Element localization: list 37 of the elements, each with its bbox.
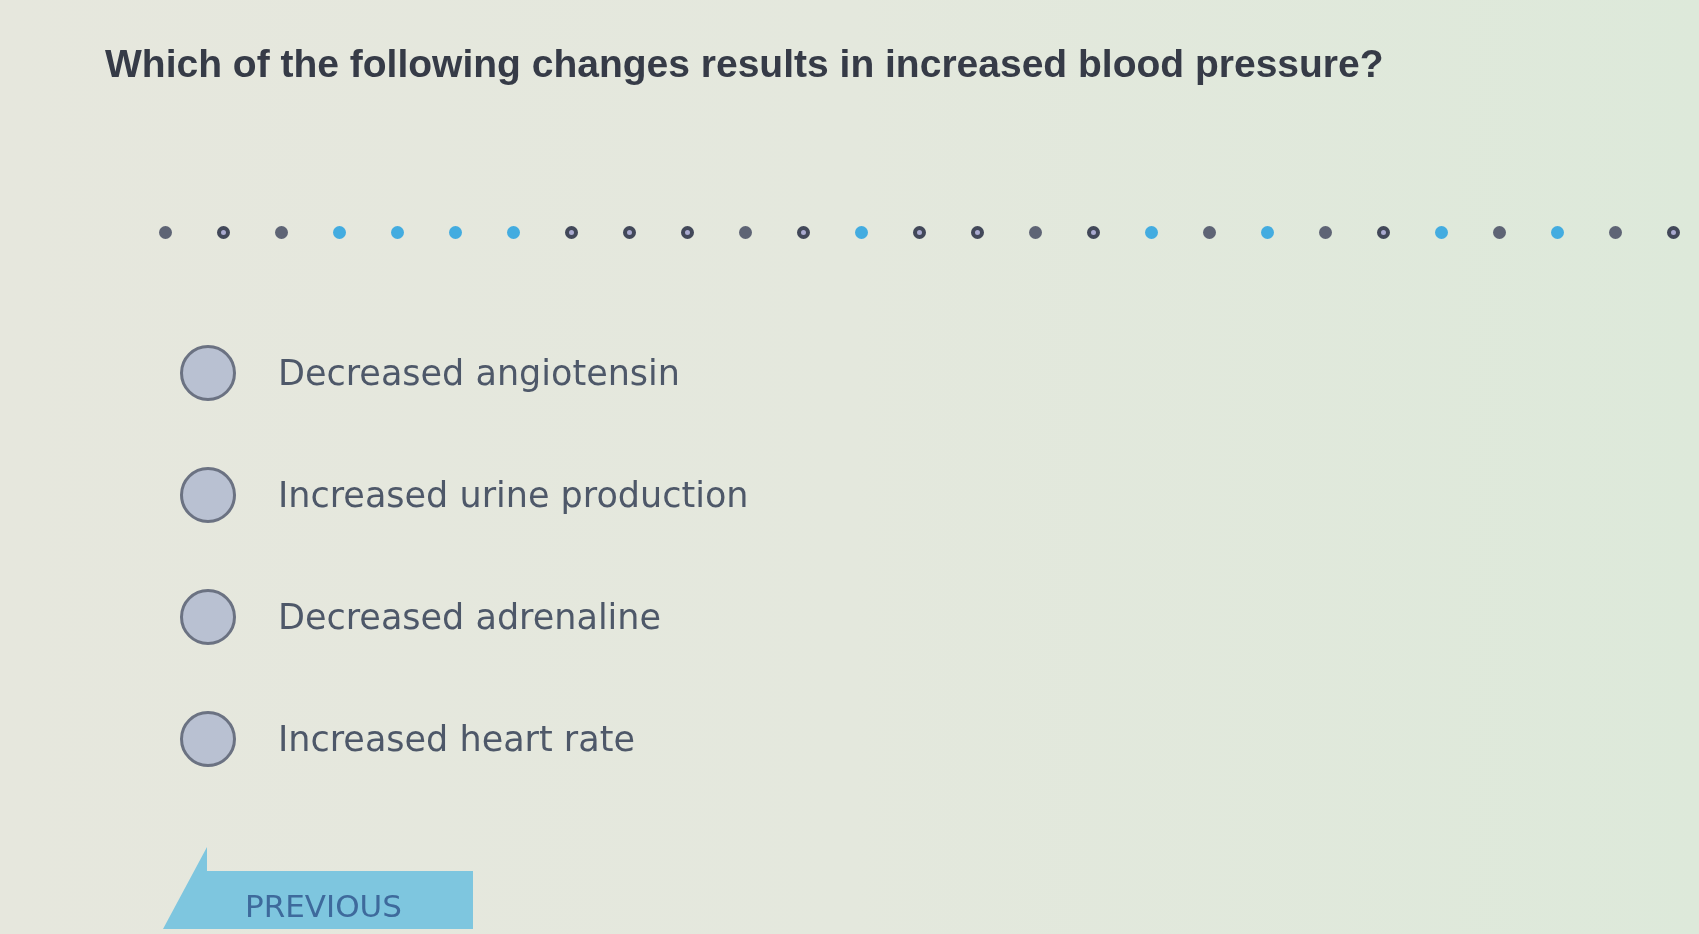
ring-icon[interactable] (1377, 226, 1390, 239)
ring-icon[interactable] (623, 226, 636, 239)
dot-icon[interactable] (391, 226, 404, 239)
dot-icon[interactable] (1493, 226, 1506, 239)
option-label: Increased urine production (278, 475, 749, 515)
dot-icon[interactable] (507, 226, 520, 239)
dot-icon[interactable] (1435, 226, 1448, 239)
option-label: Decreased angiotensin (278, 353, 680, 393)
ring-icon[interactable] (217, 226, 230, 239)
dot-icon[interactable] (739, 226, 752, 239)
dot-icon[interactable] (1203, 226, 1216, 239)
dot-icon[interactable] (1261, 226, 1274, 239)
radio-button[interactable] (180, 467, 236, 523)
dot-icon[interactable] (1319, 226, 1332, 239)
radio-button[interactable] (180, 345, 236, 401)
question-text: Which of the following changes results in increased blood pressure? (105, 41, 1384, 87)
option-label: Increased heart rate (278, 719, 635, 759)
dot-icon[interactable] (449, 226, 462, 239)
ring-icon[interactable] (913, 226, 926, 239)
dot-icon[interactable] (855, 226, 868, 239)
dot-icon[interactable] (1029, 226, 1042, 239)
dot-icon[interactable] (1551, 226, 1564, 239)
radio-button[interactable] (180, 589, 236, 645)
previous-button[interactable]: PREVIOUS (163, 847, 473, 929)
ring-icon[interactable] (971, 226, 984, 239)
radio-button[interactable] (180, 711, 236, 767)
ring-icon[interactable] (565, 226, 578, 239)
dot-icon[interactable] (1145, 226, 1158, 239)
dot-icon[interactable] (275, 226, 288, 239)
ring-icon[interactable] (797, 226, 810, 239)
dot-icon[interactable] (159, 226, 172, 239)
ring-icon[interactable] (681, 226, 694, 239)
option-label: Decreased adrenaline (278, 597, 662, 637)
dot-icon[interactable] (333, 226, 346, 239)
ring-icon[interactable] (1087, 226, 1100, 239)
dot-icon[interactable] (1609, 226, 1622, 239)
ring-icon[interactable] (1667, 226, 1680, 239)
